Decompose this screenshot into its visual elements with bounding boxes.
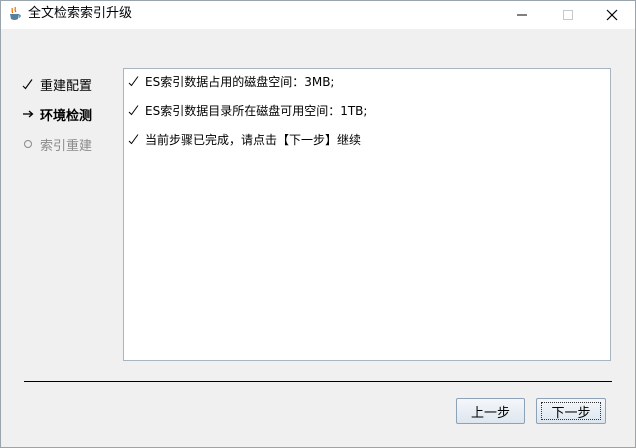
installer-window: 全文检索索引升级 重建配置 环境检测 索引重建 ES索引数据占用的磁盘空间：3M… [0, 0, 636, 448]
check-icon [128, 132, 142, 146]
next-step-label: 下一步 [551, 405, 591, 421]
step-item-rebuild-config: 重建配置 [21, 74, 121, 94]
java-cup-icon [7, 6, 23, 22]
minimize-icon [516, 9, 528, 21]
step-label: 重建配置 [40, 78, 93, 94]
previous-step-button[interactable]: 上一步 [456, 398, 525, 424]
circle-icon [21, 137, 35, 151]
title-bar[interactable]: 全文检索索引升级 [1, 1, 635, 29]
log-output-panel[interactable]: ES索引数据占用的磁盘空间：3MB; ES索引数据目录所在磁盘可用空间：1TB;… [123, 68, 611, 361]
step-label: 环境检测 [40, 108, 93, 124]
check-icon [128, 74, 142, 88]
log-line: ES索引数据占用的磁盘空间：3MB; [128, 72, 334, 90]
check-icon [21, 77, 35, 91]
close-icon [606, 9, 618, 21]
maximize-button[interactable] [545, 1, 591, 29]
maximize-icon [562, 9, 574, 21]
step-item-environment-check: 环境检测 [21, 104, 121, 124]
check-icon [128, 103, 142, 117]
minimize-button[interactable] [499, 1, 545, 29]
log-line: 当前步骤已完成，请点击【下一步】继续 [128, 130, 361, 148]
close-button[interactable] [589, 1, 635, 29]
footer-divider [24, 381, 612, 382]
arrow-right-icon [21, 107, 35, 121]
next-step-button[interactable]: 下一步 [536, 398, 606, 424]
step-item-index-rebuild: 索引重建 [21, 134, 121, 154]
log-line: ES索引数据目录所在磁盘可用空间：1TB; [128, 101, 367, 119]
window-title: 全文检索索引升级 [28, 6, 133, 21]
step-label: 索引重建 [40, 138, 93, 154]
